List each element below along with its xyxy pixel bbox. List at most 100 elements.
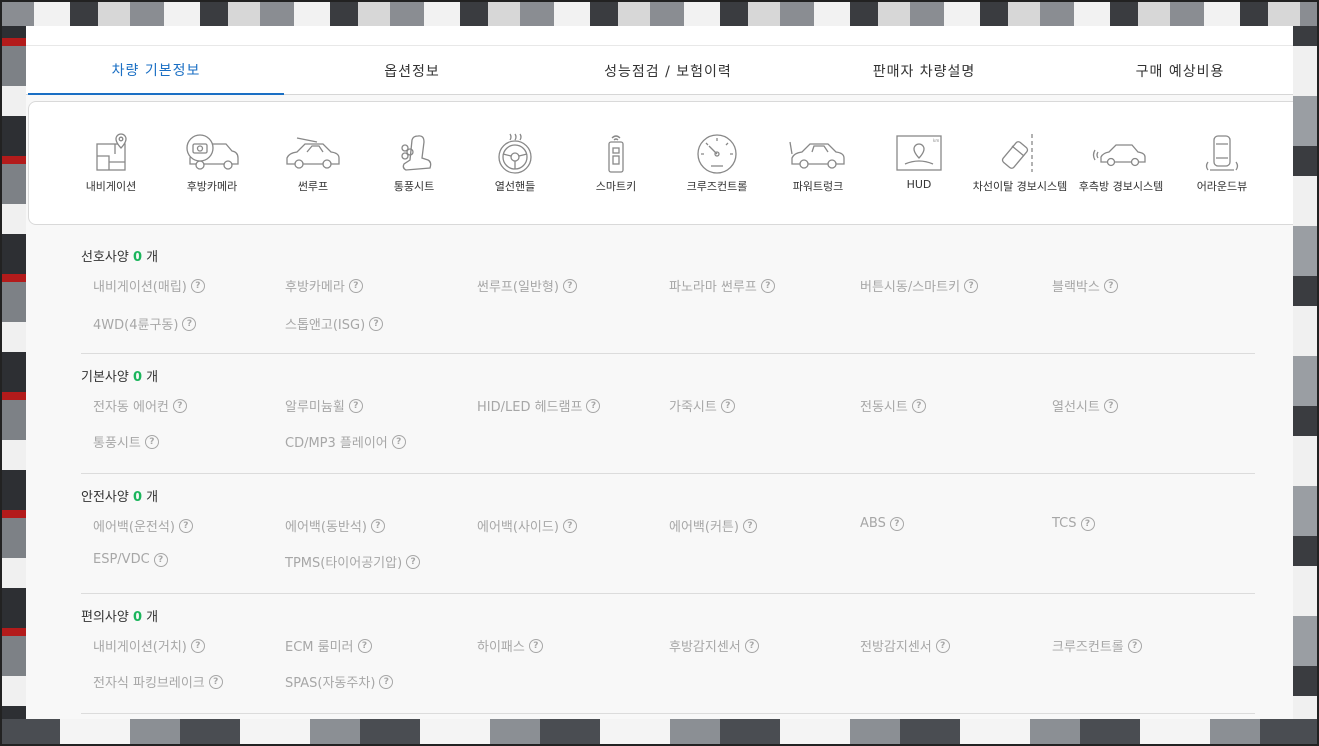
option-item: 전방감지센서?	[860, 636, 950, 655]
option-label: 열선핸들	[494, 180, 536, 193]
help-icon[interactable]: ?	[889, 516, 904, 531]
option-item: 후방감지센서?	[669, 636, 759, 655]
option-item-label: 전동시트	[860, 400, 908, 415]
cruise-control-icon	[697, 134, 737, 174]
tab-seller-description[interactable]: 판매자 차량설명	[796, 46, 1052, 95]
section-title-text: 선호사양	[81, 250, 129, 265]
help-icon[interactable]: ?	[528, 638, 543, 653]
help-icon[interactable]: ?	[370, 518, 385, 533]
option-item-label: 전자동 에어컨	[93, 400, 169, 415]
detail-tab-bar: 차량 기본정보 옵션정보 성능점검 / 보험이력 판매자 차량설명 구매 예상비…	[26, 45, 1293, 95]
option-item-label: 4WD(4륜구동)	[93, 318, 179, 333]
help-icon[interactable]: ?	[190, 278, 205, 293]
help-icon[interactable]: ?	[1103, 278, 1118, 293]
help-icon[interactable]: ?	[935, 638, 950, 653]
section-divider	[81, 353, 1255, 354]
option-item-label: 후방감지센서	[669, 640, 741, 655]
option-item: 내비게이션(매립)?	[93, 276, 205, 295]
option-sunroof: 썬루프	[263, 132, 363, 202]
background-parking-lot-right	[1293, 26, 1319, 746]
help-icon[interactable]: ?	[406, 554, 421, 569]
help-icon[interactable]: ?	[172, 398, 187, 413]
option-item-label: 파노라마 썬루프	[669, 280, 757, 295]
rear-camera-icon	[186, 134, 239, 170]
help-icon[interactable]: ?	[1127, 638, 1142, 653]
help-icon[interactable]: ?	[911, 398, 926, 413]
help-icon[interactable]: ?	[720, 398, 735, 413]
sunroof-icon	[286, 137, 340, 169]
key-options-box: 내비게이션 후방카메라 썬루프 통풍시트 열선핸들 스마트키 크루즈컨트롤 파워…	[28, 101, 1293, 225]
option-item: CD/MP3 플레이어?	[285, 432, 406, 451]
help-icon[interactable]: ?	[964, 278, 979, 293]
tab-expected-cost[interactable]: 구매 예상비용	[1052, 46, 1293, 95]
option-item: ECM 룸미러?	[285, 636, 372, 655]
section-unit: 개	[146, 370, 159, 385]
option-item: ABS?	[860, 516, 904, 531]
help-icon[interactable]: ?	[178, 518, 193, 533]
option-item-label: 후방카메라	[285, 280, 345, 295]
help-icon[interactable]: ?	[742, 518, 757, 533]
option-label: 크루즈컨트롤	[686, 180, 748, 193]
option-item: 에어백(사이드)?	[477, 516, 577, 535]
option-item: 열선시트?	[1052, 396, 1118, 415]
option-item: 전자동 에어컨?	[93, 396, 187, 415]
help-icon[interactable]: ?	[1103, 398, 1118, 413]
option-item-label: 에어백(커튼)	[669, 520, 739, 535]
help-icon[interactable]: ?	[190, 638, 205, 653]
lane-departure-icon	[1001, 134, 1033, 172]
option-item: 통풍시트?	[93, 432, 159, 451]
section-divider	[81, 473, 1255, 474]
option-item-label: 내비게이션(거치)	[93, 640, 187, 655]
option-label: 후방카메라	[186, 180, 238, 193]
tab-basic-info[interactable]: 차량 기본정보	[28, 46, 284, 95]
help-icon[interactable]: ?	[760, 278, 775, 293]
option-item-label: SPAS(자동주차)	[285, 676, 376, 691]
help-icon[interactable]: ?	[379, 674, 394, 689]
option-heated-steering: 열선핸들	[465, 132, 565, 202]
option-item: 블랙박스?	[1052, 276, 1118, 295]
help-icon[interactable]: ?	[562, 518, 577, 533]
option-power-trunk: 파워트렁크	[768, 132, 868, 202]
section-title: 선호사양 0 개	[81, 246, 158, 265]
option-item: 후방카메라?	[285, 276, 363, 295]
ventilated-seat-icon	[401, 135, 432, 171]
blind-spot-icon	[1092, 144, 1146, 167]
option-item-label: CD/MP3 플레이어	[285, 436, 388, 451]
help-icon[interactable]: ?	[357, 638, 372, 653]
option-item-label: ESP/VDC	[93, 552, 150, 567]
help-icon[interactable]: ?	[562, 278, 577, 293]
tab-options[interactable]: 옵션정보	[284, 46, 540, 95]
option-item: 하이패스?	[477, 636, 543, 655]
option-item-label: ABS	[860, 516, 886, 531]
option-item-label: HID/LED 헤드램프	[477, 400, 583, 415]
help-icon[interactable]: ?	[369, 316, 384, 331]
section-title: 안전사양 0 개	[81, 486, 158, 505]
help-icon[interactable]: ?	[182, 316, 197, 331]
tab-inspection-insurance[interactable]: 성능점검 / 보험이력	[540, 46, 796, 95]
help-icon[interactable]: ?	[348, 278, 363, 293]
option-item-label: ECM 룸미러	[285, 640, 354, 655]
section-unit: 개	[146, 250, 159, 265]
help-icon[interactable]: ?	[744, 638, 759, 653]
option-item: TPMS(타이어공기압)?	[285, 552, 421, 571]
help-icon[interactable]: ?	[586, 398, 601, 413]
option-item-label: 에어백(동반석)	[285, 520, 367, 535]
help-icon[interactable]: ?	[391, 434, 406, 449]
section-divider	[81, 713, 1255, 714]
vehicle-detail-panel: 차량 기본정보 옵션정보 성능점검 / 보험이력 판매자 차량설명 구매 예상비…	[26, 26, 1293, 719]
help-icon[interactable]: ?	[1080, 516, 1095, 531]
option-hud: km HUD	[869, 132, 969, 202]
option-item: 파노라마 썬루프?	[669, 276, 775, 295]
help-icon[interactable]: ?	[348, 398, 363, 413]
help-icon[interactable]: ?	[144, 434, 159, 449]
help-icon[interactable]: ?	[208, 674, 223, 689]
section-unit: 개	[146, 490, 159, 505]
option-item: 크루즈컨트롤?	[1052, 636, 1142, 655]
option-item: 에어백(운전석)?	[93, 516, 193, 535]
navigation-icon	[96, 133, 127, 171]
option-item-label: TCS	[1052, 516, 1077, 531]
option-item: 내비게이션(거치)?	[93, 636, 205, 655]
help-icon[interactable]: ?	[153, 552, 168, 567]
option-label: 어라운드뷰	[1196, 180, 1248, 193]
option-item: 에어백(커튼)?	[669, 516, 757, 535]
